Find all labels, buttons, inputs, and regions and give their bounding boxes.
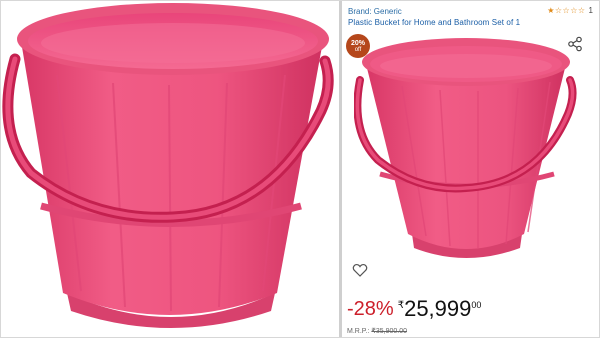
product-listing-panel: Brand: Generic Plastic Bucket for Home a… [342,1,599,337]
product-title: Plastic Bucket for Home and Bathroom Set… [348,18,521,27]
mrp-value: ₹35,900.00 [371,328,407,335]
rating-count: 1 [588,6,593,15]
price-whole: 25,999 [404,296,472,321]
mrp-label: M.R.P.: [347,328,370,335]
discount-percentage: -28% [347,298,394,320]
large-product-image [1,1,339,337]
mrp-row: M.R.P.: ₹35,900.00 [347,327,407,335]
star-rating-icon: ★☆☆☆☆ [547,6,586,15]
heart-icon[interactable] [352,262,368,278]
price-row: -28% ₹ 25,999 00 [347,297,481,321]
screenshot-frame: Brand: Generic Plastic Bucket for Home a… [0,0,600,338]
product-image[interactable] [353,36,580,264]
rating[interactable]: ★☆☆☆☆ 1 [547,6,593,15]
brand-link[interactable]: Brand: Generic [348,7,402,16]
price-fraction: 00 [471,300,482,310]
